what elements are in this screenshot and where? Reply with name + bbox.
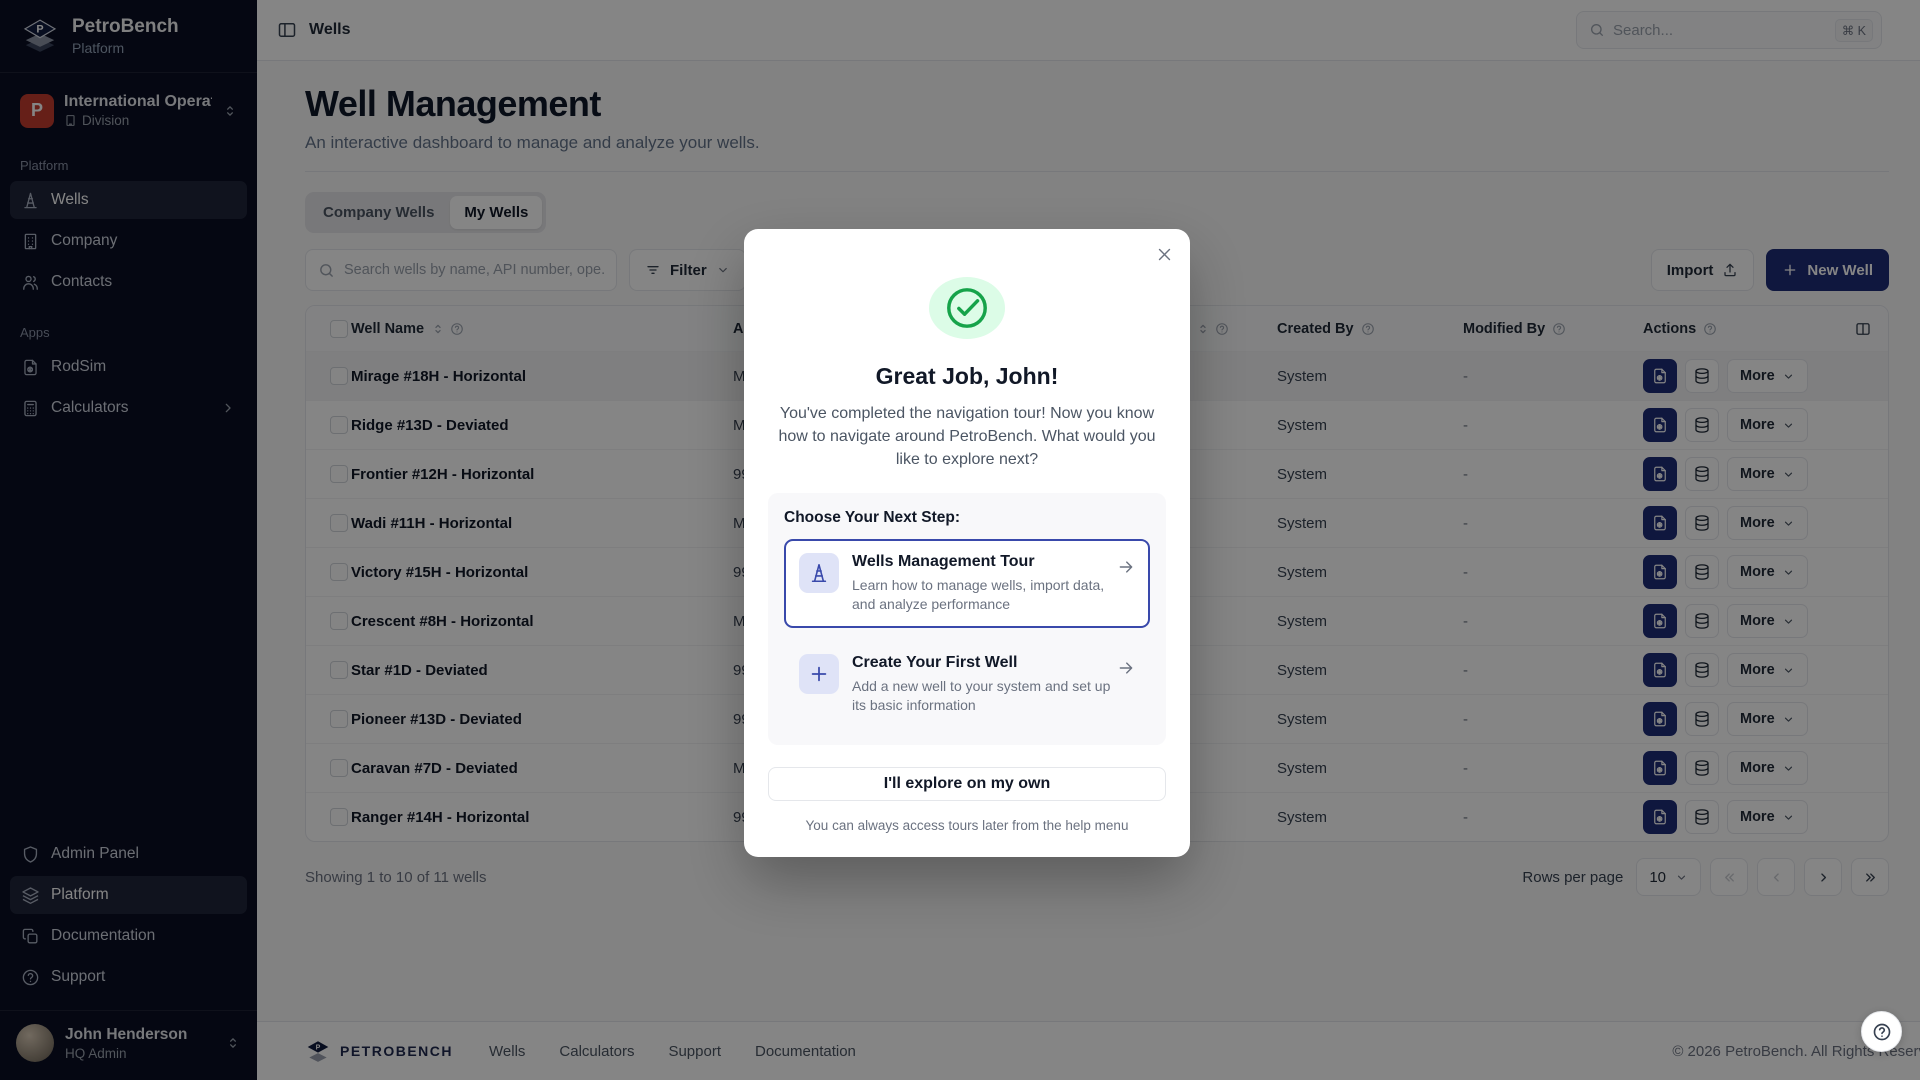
- success-check-icon: [929, 277, 1005, 339]
- help-button[interactable]: [1861, 1011, 1902, 1052]
- option-title: Wells Management Tour: [852, 553, 1114, 571]
- option-title: Create Your First Well: [852, 654, 1114, 672]
- option-create-first-well[interactable]: Create Your First Well Add a new well to…: [784, 640, 1150, 729]
- arrow-right-icon: [1117, 558, 1135, 576]
- option-description: Learn how to manage wells, import data, …: [852, 576, 1114, 614]
- modal-footnote: You can always access tours later from t…: [768, 818, 1166, 833]
- option-wells-management-tour[interactable]: Wells Management Tour Learn how to manag…: [784, 539, 1150, 628]
- modal-description: You've completed the navigation tour! No…: [768, 402, 1166, 472]
- close-icon: [1156, 246, 1173, 263]
- plus-icon: [799, 654, 839, 694]
- option-description: Add a new well to your system and set up…: [852, 677, 1114, 715]
- next-steps-panel: Choose Your Next Step: Wells Management …: [768, 493, 1166, 745]
- tour-complete-modal: Great Job, John! You've completed the na…: [744, 229, 1190, 857]
- derrick-icon: [799, 553, 839, 593]
- modal-title: Great Job, John!: [768, 363, 1166, 390]
- next-steps-label: Choose Your Next Step:: [784, 509, 1150, 527]
- help-circle-icon: [1872, 1022, 1892, 1042]
- close-button[interactable]: [1156, 246, 1173, 263]
- arrow-right-icon: [1117, 659, 1135, 677]
- explore-on-my-own-button[interactable]: I'll explore on my own: [768, 767, 1166, 801]
